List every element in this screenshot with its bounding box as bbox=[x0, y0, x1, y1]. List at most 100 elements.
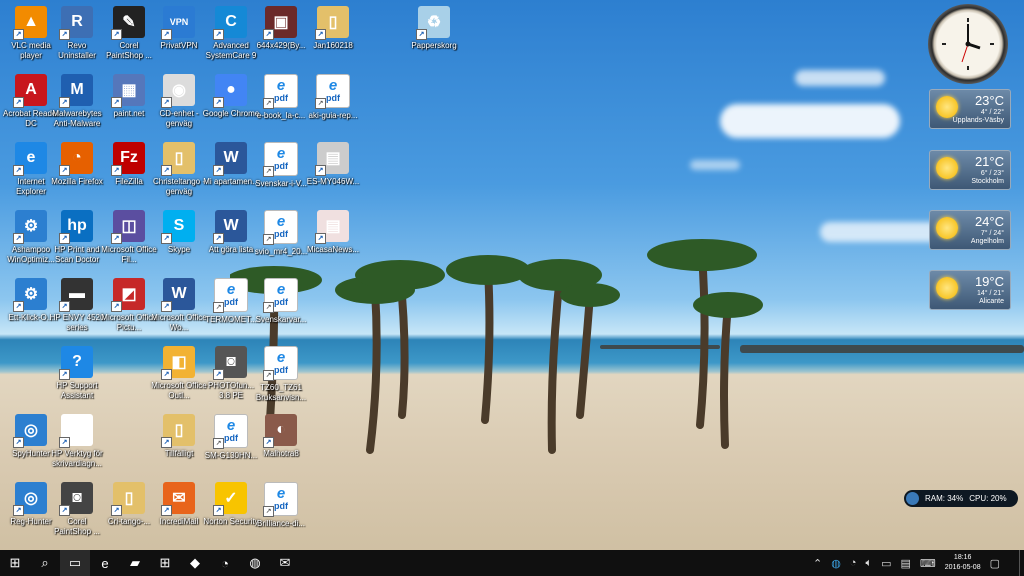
weather-range: 6° / 23° bbox=[980, 170, 1004, 177]
desktop-icon[interactable]: ◧ ↗ Microsoft Office Outl... bbox=[150, 346, 208, 400]
desktop-icon[interactable]: ▬ ↗ HP ENVY 4520 series bbox=[48, 278, 106, 332]
shortcut-arrow-icon: ↗ bbox=[161, 505, 172, 516]
shortcut-arrow-icon: ↗ bbox=[59, 505, 70, 516]
desktop-icon[interactable]: M ↗ Malwarebytes Anti-Malware bbox=[48, 74, 106, 128]
weather-city: Upplands-Väsby bbox=[952, 117, 1004, 124]
start-button[interactable]: ⊞ bbox=[0, 550, 30, 576]
chevron-up-icon[interactable]: ⌃ bbox=[813, 557, 822, 570]
battery-icon[interactable]: ▭ bbox=[881, 557, 891, 570]
firefox-icon: ◔ bbox=[221, 555, 229, 571]
desktop-icon[interactable]: ♻ ↗ Papperskorg bbox=[405, 6, 463, 51]
search-icon: ⌕ bbox=[41, 555, 49, 570]
desktop-icon[interactable]: e pdf ↗ Svenskar-i-V... bbox=[252, 142, 310, 189]
task-view-button[interactable]: ▭ bbox=[60, 550, 90, 576]
spyhunter-icon: ◎ ↗ bbox=[13, 414, 47, 448]
system-meter-gadget[interactable]: RAM: 34% CPU: 20% bbox=[904, 490, 1018, 507]
desktop-icon[interactable]: VPN ↗ PrivatVPN bbox=[150, 6, 208, 51]
shortcut-arrow-icon: ↗ bbox=[315, 233, 326, 244]
file-explorer-button[interactable]: ▰ bbox=[120, 550, 150, 576]
search-button[interactable]: ⌕ bbox=[30, 550, 60, 576]
pdf-icon: e pdf ↗ bbox=[263, 278, 298, 313]
shortcut-arrow-icon: ↗ bbox=[59, 301, 70, 312]
desktop-icon-label: Microsoft Office Outl... bbox=[151, 381, 207, 400]
desktop-icon[interactable]: R ↗ Revo Uninstaller bbox=[48, 6, 106, 60]
store-icon: ⊞ bbox=[159, 555, 171, 570]
desktop-icon[interactable]: e pdf ↗ TZ60_TZ61 Bruksanvisn... bbox=[252, 346, 310, 402]
weather-gadget[interactable]: 24°C 7° / 24° Angelholm bbox=[929, 210, 1011, 250]
desktop-icon[interactable]: ▯ ↗ Jan160218 bbox=[304, 6, 362, 51]
volume-icon[interactable]: 🔈︎ bbox=[865, 557, 872, 570]
desktop-icon[interactable]: ? ↗ HP Support Assistant bbox=[48, 346, 106, 400]
hp-button[interactable]: ◆ bbox=[180, 550, 210, 576]
desktop-icon[interactable]: e pdf ↗ Brilliance-di... bbox=[252, 482, 310, 529]
task-view-icon: ▭ bbox=[68, 555, 82, 570]
weather-range: 4° / 22° bbox=[980, 109, 1004, 116]
desktop-icon[interactable]: ◉ ↗ CD-enhet - genväg bbox=[150, 74, 208, 128]
desktop-icon-label: IncrediMail bbox=[159, 517, 199, 526]
desktop-icon[interactable]: hp ↗ HP Print and Scan Doctor bbox=[48, 210, 106, 264]
settings-shortcut-icon: ⚙ ↗ bbox=[13, 278, 47, 312]
edge-icon: e bbox=[101, 555, 109, 571]
desktop-icon[interactable]: ▤ ↗ MicasaNews... bbox=[304, 210, 362, 255]
show-desktop-button[interactable] bbox=[1019, 550, 1024, 576]
taskbar-clock[interactable]: 18:16 2016-05-08 bbox=[945, 553, 981, 573]
image-thumbnail-icon: ▣ ↗ bbox=[263, 6, 297, 40]
desktop-icon[interactable]: e pdf ↗ svio_mr4_20... bbox=[252, 210, 310, 257]
desktop-icon-label: Mozilla Firefox bbox=[51, 177, 103, 186]
pdf-icon: e pdf ↗ bbox=[263, 142, 298, 177]
shortcut-arrow-icon: ↗ bbox=[213, 438, 224, 449]
desktop-icon[interactable]: ▯ ↗ Christeltango - genväg bbox=[150, 142, 208, 196]
shortcut-arrow-icon: ↗ bbox=[13, 505, 24, 516]
desktop-icon[interactable]: ▤ ↗ ES-MY046W... bbox=[304, 142, 362, 187]
desktop-icon[interactable]: ✉ ↗ IncrediMail bbox=[150, 482, 208, 527]
shortcut-arrow-icon: ↗ bbox=[13, 437, 24, 448]
shortcut-arrow-icon: ↗ bbox=[213, 233, 224, 244]
office-picture-icon: ◩ ↗ bbox=[111, 278, 145, 312]
desktop-icon[interactable]: e pdf ↗ e-book_la-c... bbox=[252, 74, 310, 121]
desktop-icon[interactable]: ▯ ↗ Tillfälligt bbox=[150, 414, 208, 459]
desktop-icon[interactable]: ▯ ↗ HP Verktyg för skrivardiagn... bbox=[48, 414, 106, 468]
keyboard-icon[interactable]: ⌨︎ bbox=[920, 557, 936, 570]
filezilla-icon: Fz ↗ bbox=[111, 142, 145, 176]
desktop-icon[interactable]: ◙ ↗ Corel PaintShop ... bbox=[48, 482, 106, 536]
clock-face-icon bbox=[942, 18, 994, 70]
image-thumbnail-icon: ▤ ↗ bbox=[315, 142, 349, 176]
systemcare-tray-icon[interactable]: ◍ bbox=[831, 557, 841, 570]
desktop-icon[interactable]: W ↗ Microsoft Office Wo... bbox=[150, 278, 208, 332]
edge-button[interactable]: e bbox=[90, 550, 120, 576]
notification-icon[interactable]: ▢ bbox=[990, 557, 1000, 570]
shortcut-arrow-icon: ↗ bbox=[59, 165, 70, 176]
shortcut-arrow-icon: ↗ bbox=[13, 301, 24, 312]
shortcut-arrow-icon: ↗ bbox=[13, 29, 24, 40]
pdf-icon: e pdf ↗ bbox=[263, 346, 298, 381]
incredimail-button[interactable]: ✉ bbox=[270, 550, 300, 576]
desktop-icon[interactable]: ▣ ↗ 644x429(By... bbox=[252, 6, 310, 51]
desktop-icon-label: HP Support Assistant bbox=[56, 381, 98, 400]
desktop-icon[interactable]: e pdf ↗ Svenskarvar... bbox=[252, 278, 310, 325]
recycle-bin-icon: ♻ ↗ bbox=[416, 6, 450, 40]
desktop-icon[interactable]: S ↗ Skype bbox=[150, 210, 208, 255]
network-icon[interactable]: ◔ bbox=[850, 557, 857, 569]
reghunter-icon: ◎ ↗ bbox=[13, 482, 47, 516]
desktop-icon-label: Svenskar-i-V... bbox=[255, 179, 307, 188]
clock-gadget[interactable] bbox=[928, 4, 1008, 84]
desktop-icon-label: Malwarebytes Anti-Malware bbox=[52, 109, 102, 128]
desktop-icon[interactable]: e pdf ↗ aki-guia-rep... bbox=[304, 74, 362, 121]
systemcare-button[interactable]: ◍ bbox=[240, 550, 270, 576]
hp-icon: ◆ bbox=[190, 555, 200, 570]
weather-gadget[interactable]: 23°C 4° / 22° Upplands-Väsby bbox=[929, 89, 1011, 129]
weather-gadget[interactable]: 21°C 6° / 23° Stockholm bbox=[929, 150, 1011, 190]
office-icon: ◫ ↗ bbox=[111, 210, 145, 244]
firefox-button[interactable]: ◔ bbox=[210, 550, 240, 576]
desktop-icon[interactable]: ◐ ↗ Malhotra8 bbox=[252, 414, 310, 459]
shortcut-arrow-icon: ↗ bbox=[161, 301, 172, 312]
shortcut-arrow-icon: ↗ bbox=[416, 29, 427, 40]
paintshop-icon: ✎ ↗ bbox=[111, 6, 145, 40]
pdf-icon: e pdf ↗ bbox=[213, 414, 248, 449]
desktop-icon-label: Revo Uninstaller bbox=[58, 41, 96, 60]
weather-gadget[interactable]: 19°C 14° / 21° Alicante bbox=[929, 270, 1011, 310]
desktop-icon[interactable]: ◔ ↗ Mozilla Firefox bbox=[48, 142, 106, 187]
action-center-icon[interactable]: ▤ bbox=[900, 557, 910, 570]
shortcut-arrow-icon: ↗ bbox=[263, 166, 274, 177]
store-button[interactable]: ⊞ bbox=[150, 550, 180, 576]
